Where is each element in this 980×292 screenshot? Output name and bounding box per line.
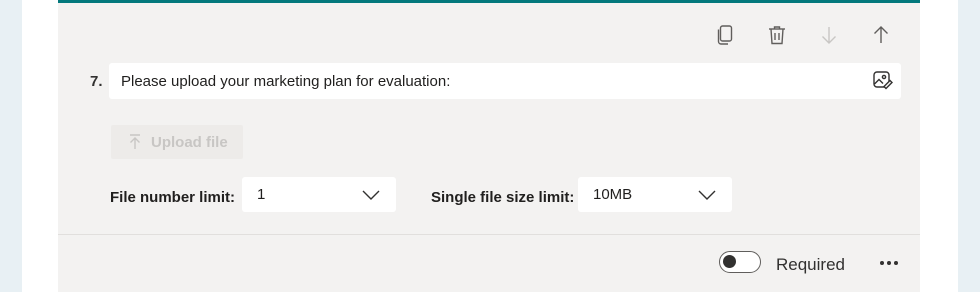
more-options-button[interactable] (874, 253, 904, 273)
page-background-right (958, 0, 980, 292)
delete-icon (769, 26, 785, 45)
file-size-limit-label: Single file size limit: (431, 189, 575, 206)
delete-button[interactable] (762, 22, 792, 48)
file-number-limit-dropdown[interactable]: 1 (242, 177, 396, 212)
upload-file-label: Upload file (151, 133, 228, 151)
chevron-down-icon (698, 190, 716, 200)
move-up-button[interactable] (866, 22, 896, 48)
question-number: 7. (90, 73, 103, 90)
question-card: 7. Please upload your marketing plan for… (58, 0, 920, 292)
required-label: Required (776, 255, 845, 274)
file-number-limit-value: 1 (257, 186, 266, 203)
chevron-down-icon (362, 190, 380, 200)
insert-image-icon (873, 71, 893, 90)
upload-file-button[interactable]: Upload file (111, 125, 243, 159)
file-size-limit-dropdown[interactable]: 10MB (578, 177, 732, 212)
copy-button[interactable] (710, 22, 740, 48)
more-options-icon (880, 261, 898, 265)
required-toggle[interactable] (719, 251, 761, 273)
move-down-button[interactable] (814, 22, 844, 48)
move-down-icon (822, 27, 836, 44)
question-title-text: Please upload your marketing plan for ev… (121, 72, 451, 90)
upload-arrow-icon (130, 134, 140, 149)
file-size-limit-value: 10MB (593, 186, 633, 203)
footer-divider (58, 234, 920, 235)
question-title-field[interactable]: Please upload your marketing plan for ev… (109, 63, 901, 99)
toggle-knob (723, 255, 736, 268)
file-number-limit-label: File number limit: (110, 189, 236, 206)
insert-image-button[interactable] (873, 71, 893, 95)
copy-icon (717, 25, 733, 45)
page-background-left (0, 0, 22, 292)
move-up-icon (874, 26, 888, 43)
question-toolbar (710, 22, 896, 48)
